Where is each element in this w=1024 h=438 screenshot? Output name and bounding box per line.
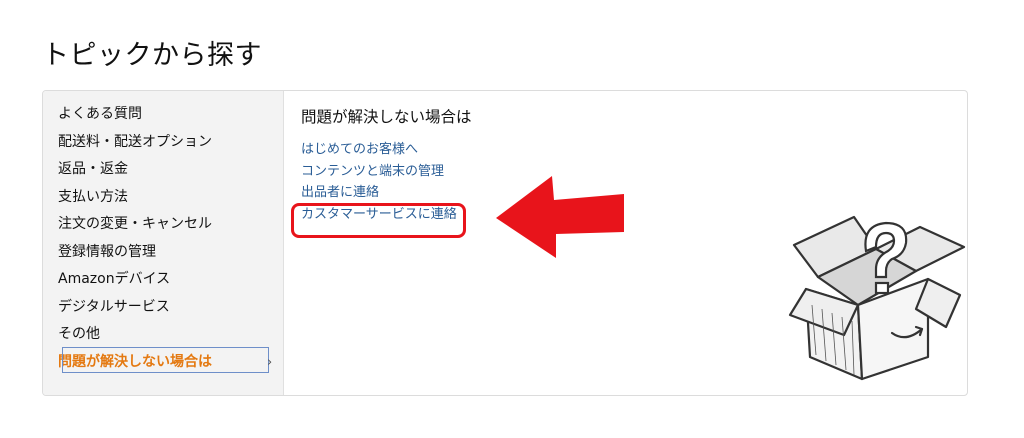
link-contact-seller[interactable]: 出品者に連絡 bbox=[301, 182, 457, 204]
red-arrow-icon bbox=[496, 176, 624, 258]
sidebar-item-order-changes[interactable]: 注文の変更・キャンセル bbox=[43, 211, 283, 239]
sidebar-item-shipping[interactable]: 配送料・配送オプション bbox=[43, 129, 283, 157]
page-title: トピックから探す bbox=[42, 40, 262, 71]
sidebar-item-payment[interactable]: 支払い方法 bbox=[43, 184, 283, 212]
sidebar-item-account[interactable]: 登録情報の管理 bbox=[43, 239, 283, 267]
sidebar-item-faq[interactable]: よくある質問 bbox=[43, 101, 283, 129]
link-first-time-customers[interactable]: はじめてのお客様へ bbox=[301, 139, 457, 161]
chevron-right-icon: › bbox=[267, 354, 273, 370]
content-heading: 問題が解決しない場合は bbox=[301, 108, 472, 126]
sidebar-item-label: 問題が解決しない場合は bbox=[58, 353, 212, 370]
sidebar-item-digital[interactable]: デジタルサービス bbox=[43, 294, 283, 322]
question-box-icon bbox=[788, 215, 966, 381]
highlight-box bbox=[291, 203, 466, 238]
sidebar-item-other[interactable]: その他 bbox=[43, 321, 283, 349]
topic-sidebar: よくある質問 配送料・配送オプション 返品・返金 支払い方法 注文の変更・キャン… bbox=[43, 91, 284, 395]
sidebar-item-devices[interactable]: Amazonデバイス bbox=[43, 266, 283, 294]
sidebar-item-unresolved[interactable]: 問題が解決しない場合は › bbox=[43, 346, 283, 377]
link-list: はじめてのお客様へ コンテンツと端末の管理 出品者に連絡 カスタマーサービスに連… bbox=[291, 139, 466, 238]
link-content-devices[interactable]: コンテンツと端末の管理 bbox=[301, 161, 457, 183]
sidebar-item-returns[interactable]: 返品・返金 bbox=[43, 156, 283, 184]
